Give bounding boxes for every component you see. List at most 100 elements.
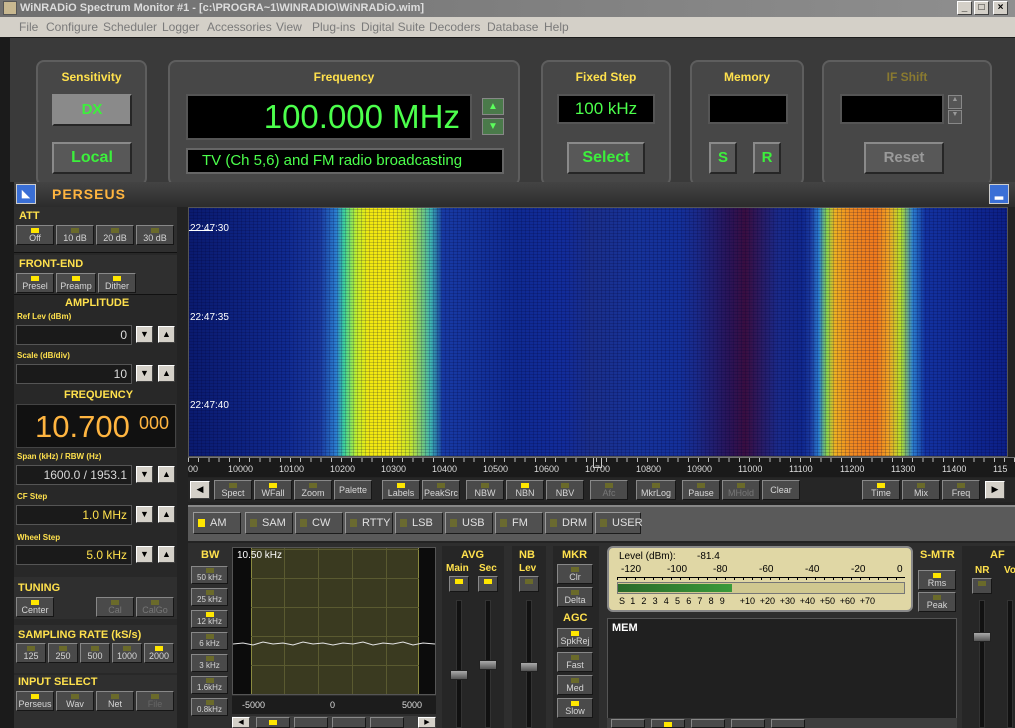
labels-button[interactable]: Labels: [382, 480, 420, 500]
mem-strip-button[interactable]: [691, 719, 725, 728]
mode-user-button[interactable]: USER: [595, 512, 643, 534]
ref-lev-down-icon[interactable]: ▼: [136, 326, 153, 343]
menu-accessories[interactable]: Accessories: [207, 20, 272, 34]
zoom-button[interactable]: Zoom: [294, 480, 332, 500]
frequency-up-icon[interactable]: ▲: [482, 98, 504, 115]
mhold-button[interactable]: MHold: [722, 480, 760, 500]
filter-strip-button[interactable]: [332, 717, 366, 728]
sample-125-button[interactable]: 125: [16, 643, 46, 663]
mode-fm-button[interactable]: FM: [495, 512, 543, 534]
cf-step-down-icon[interactable]: ▼: [136, 506, 153, 523]
bw-12khz-button[interactable]: 12 kHz: [191, 610, 228, 628]
menu-digital-suite[interactable]: Digital Suite: [361, 20, 425, 34]
freq-button[interactable]: Freq: [942, 480, 980, 500]
scale-down-icon[interactable]: ▼: [136, 365, 153, 382]
af-nr-button[interactable]: [972, 578, 992, 594]
span-down-icon[interactable]: ▼: [136, 466, 153, 483]
af-volume-slider[interactable]: [1007, 600, 1013, 728]
peaksrc-button[interactable]: PeakSrc: [422, 480, 460, 500]
mkrlog-button[interactable]: MkrLog: [636, 480, 676, 500]
local-button[interactable]: Local: [52, 142, 132, 174]
span-up-icon[interactable]: ▲: [158, 466, 175, 483]
agc-slow-button[interactable]: Slow: [557, 698, 593, 718]
if-shift-up-icon[interactable]: ▲: [948, 95, 962, 109]
menu-plugins[interactable]: Plug-ins: [312, 20, 355, 34]
scroll-right-icon[interactable]: ▶: [985, 481, 1005, 499]
bw-6khz-button[interactable]: 6 kHz: [191, 632, 228, 650]
nb-level-slider-knob[interactable]: [520, 662, 538, 672]
mkr-delta-button[interactable]: Delta: [557, 587, 593, 607]
menu-help[interactable]: Help: [544, 20, 569, 34]
mode-lsb-button[interactable]: LSB: [395, 512, 443, 534]
presel-button[interactable]: Presel: [16, 273, 54, 293]
menu-scheduler[interactable]: Scheduler: [103, 20, 157, 34]
filter-right-icon[interactable]: ▶: [418, 717, 436, 728]
mkr-clr-button[interactable]: Clr: [557, 564, 593, 584]
filter-spectrum-display[interactable]: 10.50 kHz: [232, 547, 436, 695]
wheel-step-down-icon[interactable]: ▼: [136, 546, 153, 563]
mem-strip-button[interactable]: [731, 719, 765, 728]
filter-strip-button[interactable]: [370, 717, 404, 728]
if-shift-reset-button[interactable]: Reset: [864, 142, 944, 174]
bw-25khz-button[interactable]: 25 kHz: [191, 588, 228, 606]
sample-2000-button[interactable]: 2000: [144, 643, 174, 663]
nbw-button[interactable]: NBW: [466, 480, 504, 500]
mode-am-button[interactable]: AM: [193, 512, 241, 534]
sample-500-button[interactable]: 500: [80, 643, 110, 663]
menu-view[interactable]: View: [276, 20, 302, 34]
scale-field[interactable]: 10: [16, 364, 132, 384]
fixed-step-display[interactable]: 100 kHz: [557, 94, 655, 124]
palette-button[interactable]: Palette: [334, 480, 372, 500]
menu-database[interactable]: Database: [487, 20, 538, 34]
pause-button[interactable]: Pause: [682, 480, 720, 500]
memory-recall-button[interactable]: R: [753, 142, 781, 174]
menu-configure[interactable]: Configure: [46, 20, 98, 34]
center-frequency-display[interactable]: 10.700 000: [16, 404, 176, 448]
smtr-peak-button[interactable]: Peak: [918, 592, 956, 612]
avg-main-slider[interactable]: [456, 600, 462, 728]
dither-button[interactable]: Dither: [98, 273, 136, 293]
filter-left-icon[interactable]: ◀: [232, 717, 250, 728]
sample-1000-button[interactable]: 1000: [112, 643, 142, 663]
filter-strip-button[interactable]: [294, 717, 328, 728]
afc-button[interactable]: Afc: [590, 480, 628, 500]
frequency-down-icon[interactable]: ▼: [482, 118, 504, 135]
smtr-rms-button[interactable]: Rms: [918, 570, 956, 590]
center-button[interactable]: Center: [16, 597, 54, 617]
mode-rtty-button[interactable]: RTTY: [345, 512, 393, 534]
ref-lev-field[interactable]: 0: [16, 325, 132, 345]
bw-50khz-button[interactable]: 50 kHz: [191, 566, 228, 584]
scale-up-icon[interactable]: ▲: [158, 365, 175, 382]
if-shift-down-icon[interactable]: ▼: [948, 110, 962, 124]
mode-usb-button[interactable]: USB: [445, 512, 493, 534]
filter-strip-button[interactable]: [256, 717, 290, 728]
menu-file[interactable]: File: [19, 20, 38, 34]
bw-3khz-button[interactable]: 3 kHz: [191, 654, 228, 672]
mem-panel[interactable]: MEM: [607, 618, 957, 728]
span-field[interactable]: 1600.0 / 1953.1: [16, 465, 132, 485]
att-10db-button[interactable]: 10 dB: [56, 225, 94, 245]
frequency-display[interactable]: 100.000 MHz: [186, 94, 472, 140]
menu-logger[interactable]: Logger: [162, 20, 199, 34]
maximize-button[interactable]: □: [974, 1, 989, 15]
agc-med-button[interactable]: Med: [557, 675, 593, 695]
att-off-button[interactable]: Off: [16, 225, 54, 245]
input-perseus-button[interactable]: Perseus: [16, 691, 54, 711]
cf-step-field[interactable]: 1.0 MHz: [16, 505, 132, 525]
mem-strip-button[interactable]: [651, 719, 685, 728]
waterfall-display[interactable]: [188, 207, 1008, 457]
mem-strip-button[interactable]: [611, 719, 645, 728]
ref-lev-up-icon[interactable]: ▲: [158, 326, 175, 343]
clear-button[interactable]: Clear: [762, 480, 800, 500]
spect-button[interactable]: Spect: [214, 480, 252, 500]
input-file-button[interactable]: File: [136, 691, 174, 711]
minimize-button[interactable]: _: [957, 1, 972, 15]
avg-sec-button[interactable]: [478, 576, 498, 592]
scroll-left-icon[interactable]: ◀: [190, 481, 210, 499]
menu-decoders[interactable]: Decoders: [429, 20, 480, 34]
mode-sam-button[interactable]: SAM: [245, 512, 293, 534]
bw-0-8khz-button[interactable]: 0.8kHz: [191, 698, 228, 716]
bw-1-6khz-button[interactable]: 1.6kHz: [191, 676, 228, 694]
calgo-button[interactable]: CalGo: [136, 597, 174, 617]
close-button[interactable]: ×: [993, 1, 1008, 15]
